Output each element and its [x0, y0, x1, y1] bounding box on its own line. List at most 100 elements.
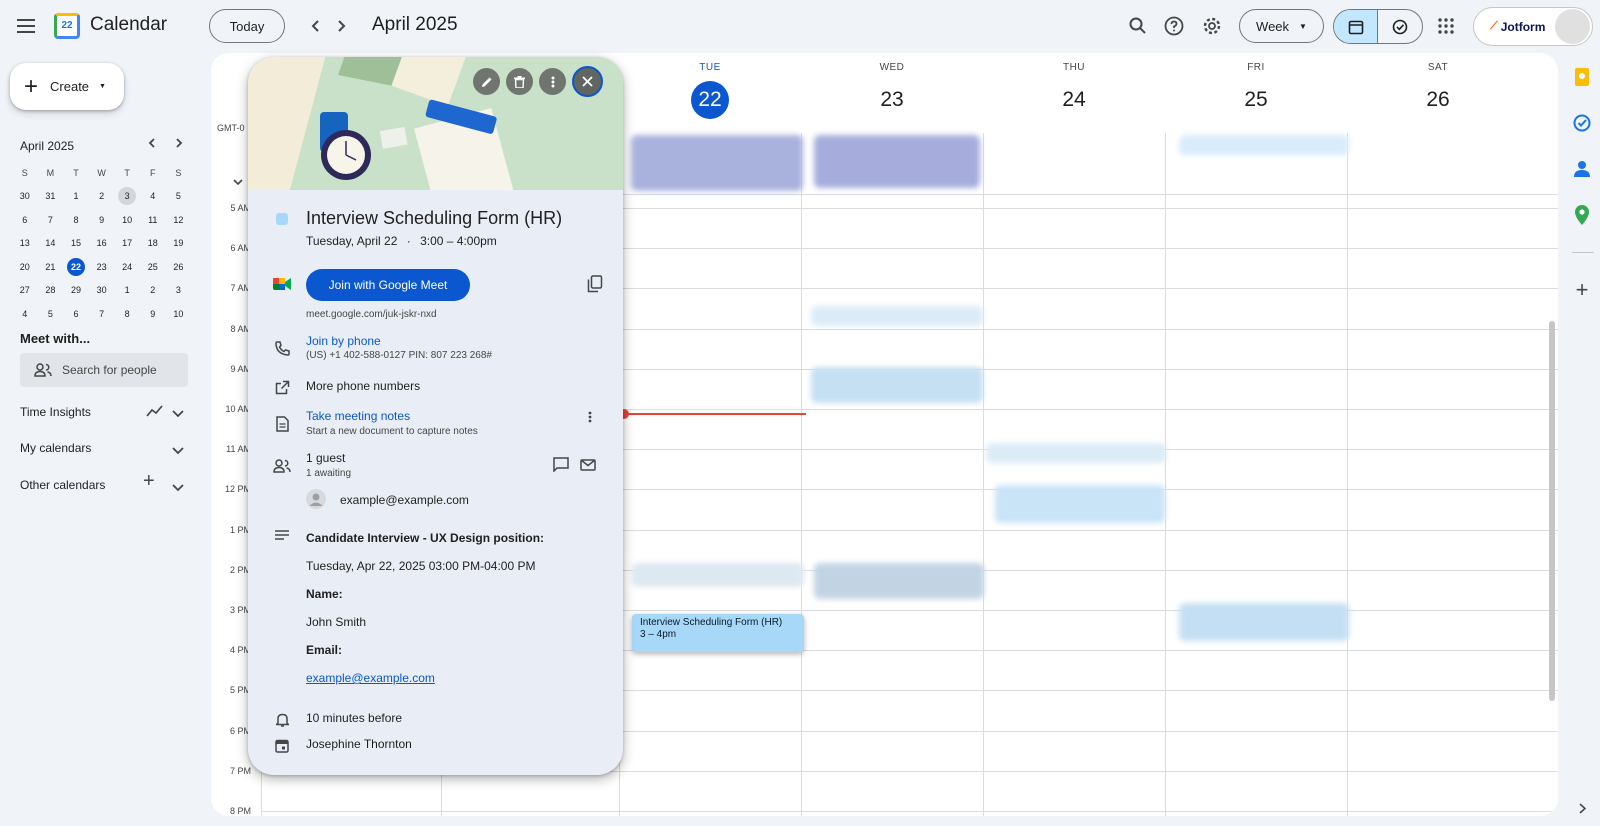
chat-with-guests-icon[interactable] [553, 457, 569, 477]
more-phone-numbers-link[interactable]: More phone numbers [306, 379, 420, 393]
contacts-icon[interactable] [1572, 159, 1592, 179]
delete-event-trash-icon[interactable] [506, 68, 533, 95]
meet-link[interactable]: meet.google.com/juk-jskr-nxd [306, 309, 437, 320]
close-popup-icon[interactable] [572, 66, 603, 97]
mini-calendar-day[interactable]: 6 [63, 303, 89, 325]
blurred-event[interactable] [986, 443, 1166, 463]
blurred-event[interactable] [814, 563, 984, 599]
my-calendars-expand-icon[interactable] [172, 442, 184, 460]
mini-calendar-day[interactable]: 20 [12, 256, 38, 278]
day-header[interactable]: THU 24 [983, 53, 1165, 128]
mini-calendar-day[interactable]: 30 [89, 279, 115, 301]
mini-calendar-day[interactable]: 19 [166, 232, 192, 254]
mini-calendar-day[interactable]: 31 [38, 185, 64, 207]
calendar-view-icon[interactable] [1334, 10, 1379, 43]
tasks-icon[interactable] [1572, 113, 1592, 133]
blurred-event[interactable] [814, 135, 980, 188]
search-icon[interactable] [1120, 8, 1156, 44]
get-addons-plus-icon[interactable]: + [1572, 277, 1592, 302]
description-email-link[interactable]: example@example.com [306, 671, 435, 685]
mini-calendar-day[interactable]: 28 [38, 279, 64, 301]
mini-calendar-day[interactable]: 21 [38, 256, 64, 278]
next-week-chevron-icon[interactable] [324, 8, 360, 44]
mini-calendar-day[interactable]: 18 [140, 232, 166, 254]
mini-calendar-day[interactable]: 23 [89, 256, 115, 278]
account-brand-chip[interactable]: ⟋ Jotform [1473, 7, 1593, 46]
create-button[interactable]: + Create ▼ [10, 63, 124, 110]
blurred-event[interactable] [1179, 135, 1349, 155]
mini-calendar-day[interactable]: 17 [114, 232, 140, 254]
guest-email[interactable]: example@example.com [340, 493, 469, 507]
mini-calendar-day[interactable]: 7 [38, 209, 64, 231]
settings-gear-icon[interactable] [1194, 8, 1230, 44]
blurred-event[interactable] [995, 485, 1165, 523]
my-calendars-label[interactable]: My calendars [20, 441, 91, 455]
mini-calendar-day[interactable]: 1 [114, 279, 140, 301]
day-header[interactable]: WED 23 [801, 53, 983, 128]
mini-calendar-day[interactable]: 22 [66, 257, 85, 276]
help-icon[interactable] [1156, 8, 1192, 44]
selected-event-chip[interactable]: Interview Scheduling Form (HR) 3 – 4pm [632, 614, 804, 652]
edit-event-pencil-icon[interactable] [473, 68, 500, 95]
mini-calendar-day[interactable]: 16 [89, 232, 115, 254]
mini-calendar-day[interactable]: 30 [12, 185, 38, 207]
mini-prev-month-chevron-icon[interactable] [137, 129, 165, 157]
day-number[interactable]: 22 [691, 81, 729, 119]
copy-link-icon[interactable] [587, 275, 603, 298]
main-menu-icon[interactable] [8, 8, 44, 44]
mini-calendar-day[interactable]: 12 [166, 209, 192, 231]
blurred-event[interactable] [811, 367, 983, 403]
day-number[interactable]: 26 [1419, 81, 1457, 119]
take-meeting-notes-link[interactable]: Take meeting notes [306, 409, 410, 423]
mini-calendar-day[interactable]: 6 [12, 209, 38, 231]
view-selector-dropdown[interactable]: Week ▼ [1239, 9, 1324, 43]
keep-icon[interactable] [1572, 67, 1592, 87]
mini-calendar-day[interactable]: 10 [166, 303, 192, 325]
mini-calendar-day[interactable]: 9 [89, 209, 115, 231]
join-google-meet-button[interactable]: Join with Google Meet [306, 269, 470, 301]
mini-calendar-day[interactable]: 26 [166, 256, 192, 278]
other-calendars-expand-icon[interactable] [172, 479, 184, 497]
day-number[interactable]: 25 [1237, 81, 1275, 119]
mini-calendar-day[interactable]: 5 [38, 303, 64, 325]
mini-calendar-day[interactable]: 29 [63, 279, 89, 301]
add-other-calendar-plus-icon[interactable]: + [143, 470, 155, 493]
mini-calendar-day[interactable]: 5 [166, 185, 192, 207]
grid-scrollbar[interactable] [1549, 321, 1555, 701]
email-guests-icon[interactable] [580, 458, 596, 476]
tasks-view-icon[interactable] [1378, 10, 1422, 43]
maps-icon[interactable] [1572, 205, 1592, 225]
mini-calendar-day[interactable]: 3 [118, 187, 137, 205]
more-options-kebab-icon[interactable] [539, 68, 566, 95]
mini-next-month-chevron-icon[interactable] [165, 129, 193, 157]
day-number[interactable]: 24 [1055, 81, 1093, 119]
mini-calendar-day[interactable]: 7 [89, 303, 115, 325]
mini-calendar-day[interactable]: 1 [63, 185, 89, 207]
join-by-phone-link[interactable]: Join by phone [306, 334, 381, 348]
blurred-event[interactable] [1179, 603, 1349, 641]
mini-calendar-day[interactable]: 8 [63, 209, 89, 231]
mini-calendar-day[interactable]: 15 [63, 232, 89, 254]
day-header[interactable]: FRI 25 [1165, 53, 1347, 128]
mini-calendar-day[interactable]: 24 [114, 256, 140, 278]
search-people-input[interactable]: Search for people [20, 353, 188, 387]
expand-side-panel-chevron-icon[interactable] [1572, 798, 1592, 818]
day-header[interactable]: SAT 26 [1347, 53, 1529, 128]
collapse-all-day-chevron-icon[interactable] [233, 173, 243, 191]
today-button[interactable]: Today [209, 9, 285, 43]
mini-calendar-day[interactable]: 11 [140, 209, 166, 231]
other-calendars-label[interactable]: Other calendars [20, 478, 105, 492]
avatar[interactable] [1555, 9, 1590, 44]
mini-calendar-day[interactable]: 4 [140, 185, 166, 207]
mini-calendar-day[interactable]: 2 [89, 185, 115, 207]
day-number[interactable]: 23 [873, 81, 911, 119]
mini-calendar-day[interactable]: 27 [12, 279, 38, 301]
notes-more-options-kebab-icon[interactable] [588, 410, 592, 428]
time-insights-expand-icon[interactable] [172, 405, 184, 423]
apps-grid-icon[interactable] [1428, 8, 1464, 44]
mini-calendar-day[interactable]: 25 [140, 256, 166, 278]
mini-calendar-day[interactable]: 4 [12, 303, 38, 325]
mini-calendar-day[interactable]: 9 [140, 303, 166, 325]
mini-calendar-day[interactable]: 3 [166, 279, 192, 301]
day-header[interactable]: TUE 22 [619, 53, 801, 128]
